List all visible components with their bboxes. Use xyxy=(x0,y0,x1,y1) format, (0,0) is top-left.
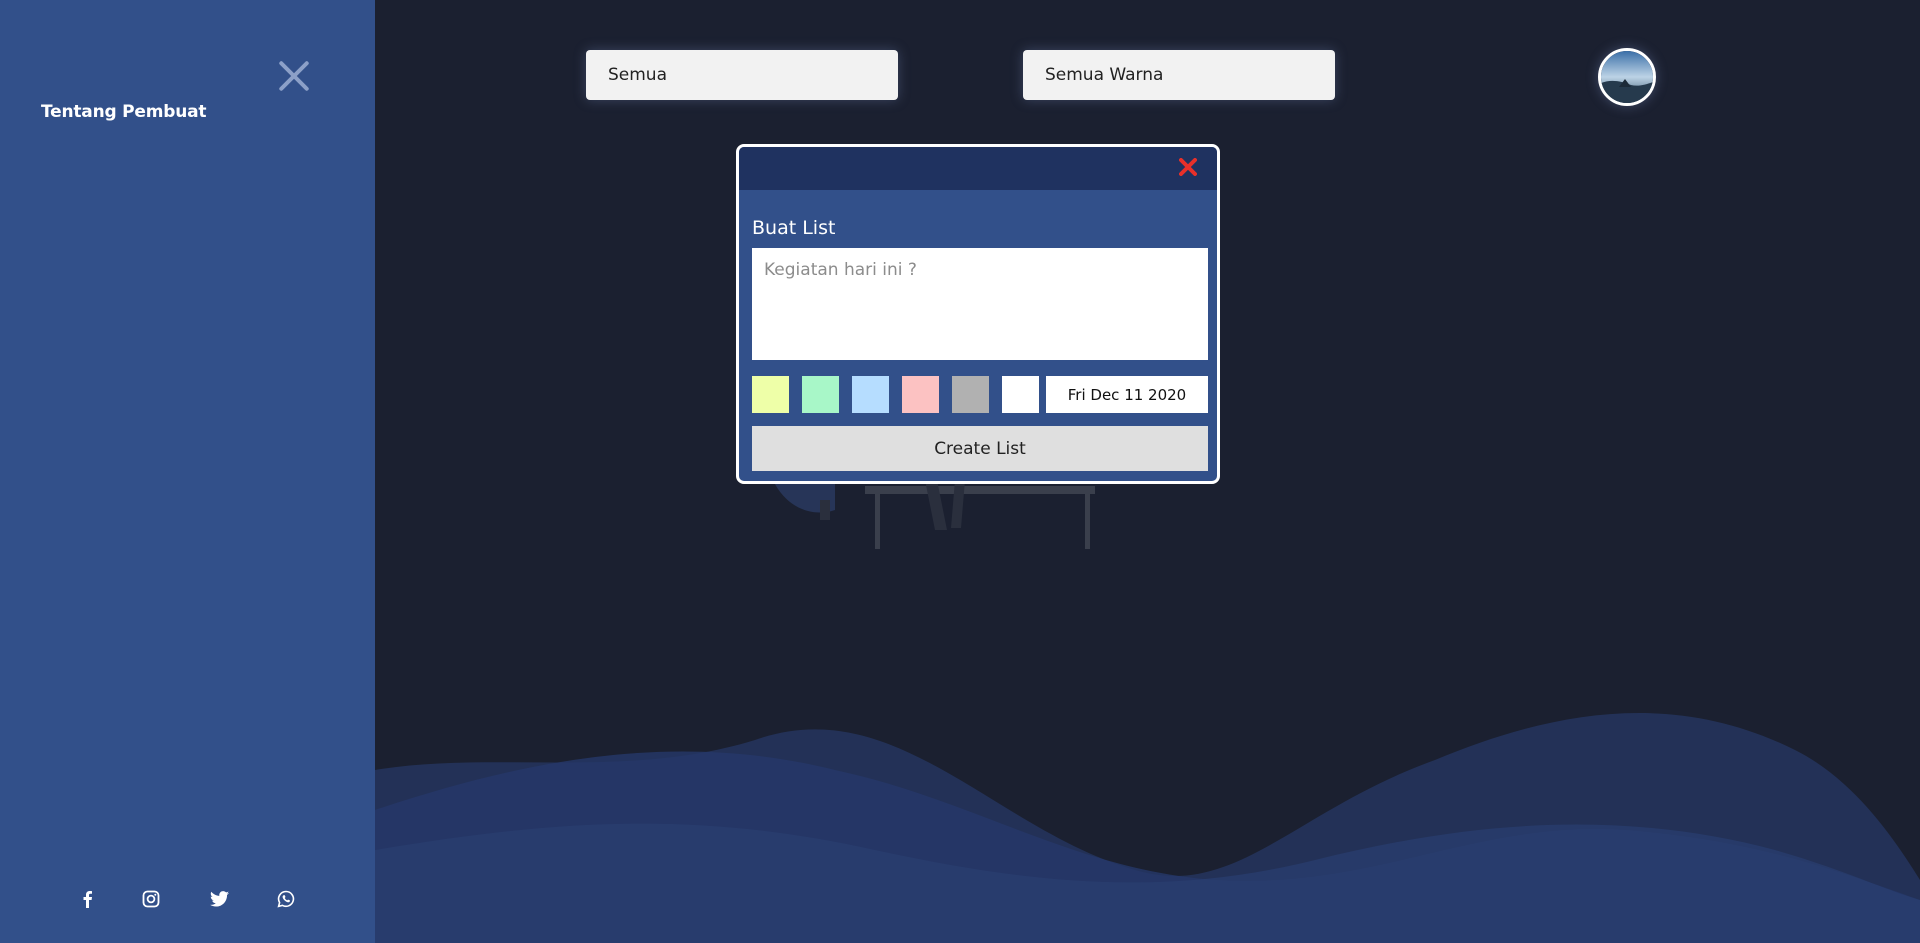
color-filter-select[interactable]: Semua Warna xyxy=(1023,50,1335,100)
modal-title: Buat List xyxy=(752,217,836,239)
color-swatch-pink[interactable] xyxy=(902,376,939,413)
modal-header xyxy=(739,147,1217,190)
category-filter-select[interactable]: Semua xyxy=(586,50,898,100)
sidebar-item-tentang-pembuat[interactable]: Tentang Pembuat xyxy=(41,102,207,122)
color-swatch-yellow[interactable] xyxy=(752,376,789,413)
modal-close-icon[interactable] xyxy=(1177,156,1199,178)
instagram-icon[interactable] xyxy=(138,884,164,914)
create-list-button[interactable]: Create List xyxy=(752,426,1208,471)
color-swatch-green[interactable] xyxy=(802,376,839,413)
wave-background xyxy=(375,712,1920,943)
whatsapp-icon[interactable] xyxy=(273,884,299,914)
twitter-icon[interactable] xyxy=(206,884,232,914)
color-swatch-gray[interactable] xyxy=(952,376,989,413)
social-links xyxy=(0,884,375,914)
create-list-modal: Buat List Fri Dec 11 2020 Create List xyxy=(736,144,1220,484)
color-swatch-white[interactable] xyxy=(1002,376,1039,413)
avatar[interactable] xyxy=(1598,48,1656,106)
sidebar: Tentang Pembuat xyxy=(0,0,375,943)
date-field[interactable]: Fri Dec 11 2020 xyxy=(1046,376,1208,413)
facebook-icon[interactable] xyxy=(74,884,100,914)
activity-textarea[interactable] xyxy=(752,248,1208,360)
color-swatch-blue[interactable] xyxy=(852,376,889,413)
main-content: Semua Semua Warna Buat List Kegiatan har… xyxy=(375,0,1920,943)
sidebar-close-icon[interactable] xyxy=(276,58,312,94)
